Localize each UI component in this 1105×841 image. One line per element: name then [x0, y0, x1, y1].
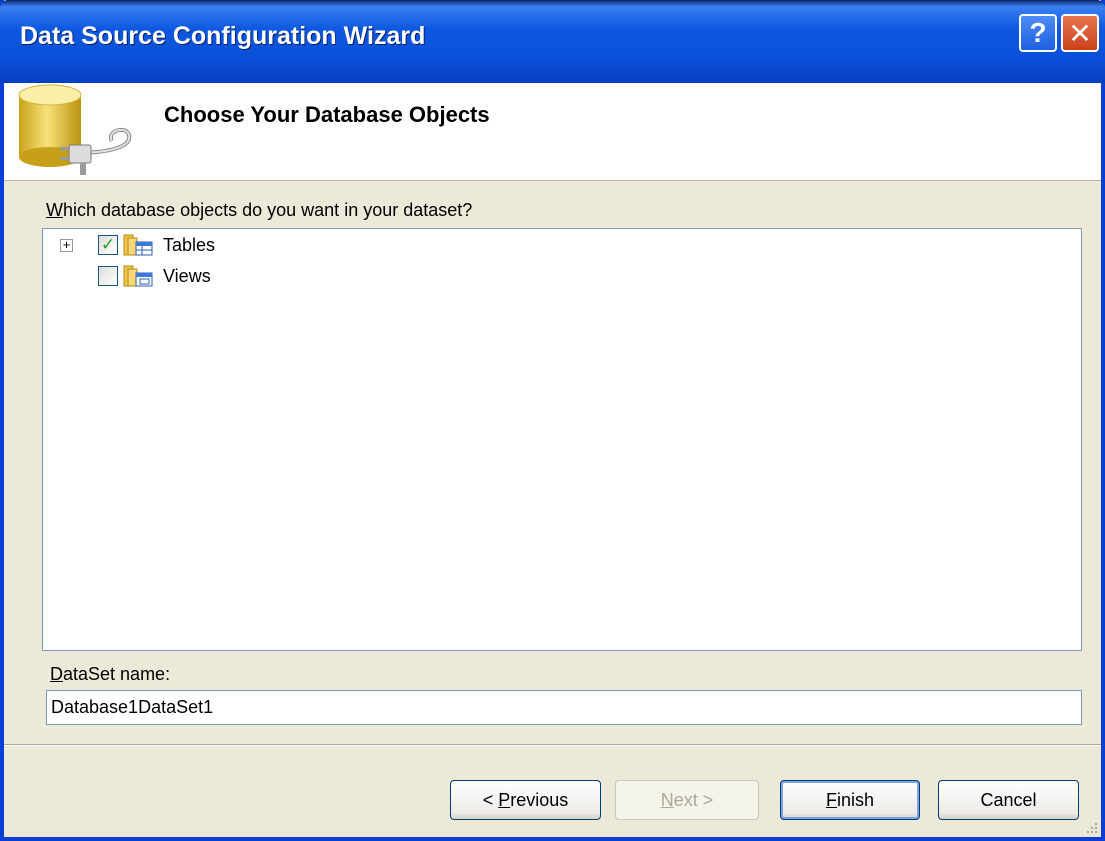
help-button[interactable]: ? [1019, 14, 1057, 52]
views-checkbox[interactable] [98, 266, 118, 286]
close-icon: ✕ [1068, 17, 1092, 49]
tables-icon [123, 234, 153, 256]
expand-icon[interactable]: + [60, 238, 73, 252]
next-button[interactable]: Next > [615, 780, 759, 820]
wizard-window: Data Source Configuration Wizard ? ✕ Cho… [0, 0, 1105, 841]
database-plug-icon [18, 84, 132, 175]
views-icon [123, 265, 153, 287]
tables-checkbox[interactable]: ✓ [98, 235, 118, 255]
wizard-header: Choose Your Database Objects [4, 83, 1101, 181]
tree-item-label: Tables [163, 234, 216, 255]
footer-divider [4, 744, 1101, 746]
resize-grip-icon[interactable] [1085, 821, 1099, 835]
cancel-button[interactable]: Cancel [938, 780, 1079, 820]
close-button[interactable]: ✕ [1061, 14, 1099, 52]
help-icon: ? [1029, 17, 1047, 48]
database-objects-tree[interactable]: + ✓ Tables Views [42, 228, 1082, 651]
tree-item-label: Views [163, 265, 211, 286]
previous-button[interactable]: < Previous [450, 780, 601, 820]
dataset-name-label: DataSet name: [50, 664, 171, 684]
finish-button[interactable]: Finish [780, 780, 920, 820]
dataset-name-input[interactable] [46, 690, 1082, 725]
page-title: Choose Your Database Objects [164, 102, 490, 127]
title-bar[interactable]: Data Source Configuration Wizard ? ✕ [0, 0, 1105, 83]
objects-prompt: Which database objects do you want in yo… [46, 200, 473, 220]
window-title: Data Source Configuration Wizard [20, 22, 426, 50]
